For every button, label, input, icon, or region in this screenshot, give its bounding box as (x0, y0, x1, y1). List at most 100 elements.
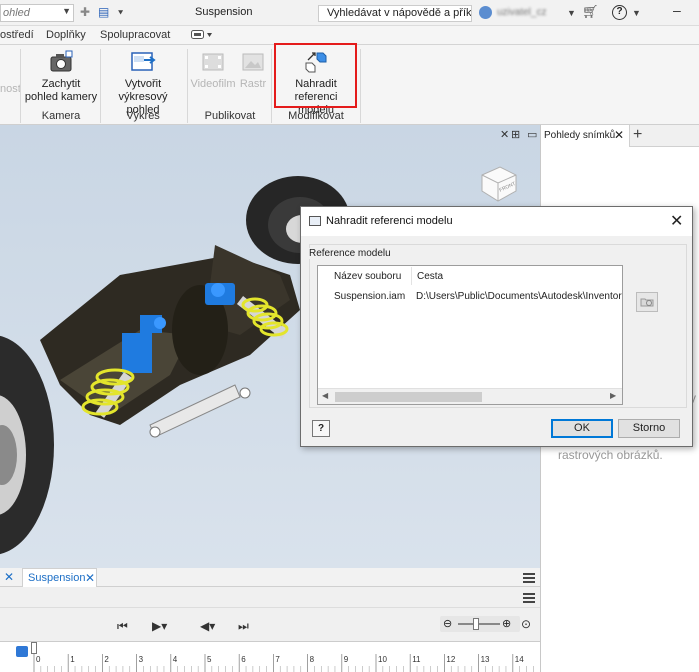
group-label-modify: Modifikovat (288, 110, 344, 122)
playhead-handle[interactable] (31, 642, 37, 654)
ruler-tick-label: 13 (481, 655, 490, 664)
video-label: Videofilm (190, 78, 236, 90)
help-search-input[interactable]: Vyhledávat v nápovědě a příkaze (318, 5, 472, 22)
group-label-model-reference: Reference modelu (309, 248, 391, 259)
capture-camera-label-1: Zachytit (41, 78, 81, 90)
go-to-start-icon[interactable]: ⏮︎ (117, 619, 128, 634)
viewport-maximize-icon[interactable]: ▭ (527, 128, 537, 141)
panel-tab-bar: Pohledy snímků ✕ + (541, 125, 699, 147)
capture-camera-button[interactable]: Zachytit pohled kamery (24, 49, 98, 104)
viewcube[interactable]: FRONT (476, 161, 520, 205)
group-label-publish: Publikovat (204, 110, 256, 122)
menu-icon[interactable] (523, 593, 535, 603)
browse-button[interactable] (636, 292, 658, 312)
ruler-tick-label: 10 (378, 655, 387, 664)
ruler-tick-label: 6 (241, 655, 246, 664)
collapse-icon[interactable]: ⊙ (521, 617, 531, 631)
film-icon (200, 49, 226, 75)
group-separator (20, 49, 21, 123)
panel-toggle-icon[interactable] (191, 29, 213, 41)
title-bar: ohled ▼ ✚ ▤ ⯆ Suspension ▸ Vyhledávat v … (0, 0, 699, 26)
storyboard-panel: ✕ Suspension ✕ ⏮︎ ▶▾ ◀▾ ⏭︎ ⊖ ⊕ ⊙ 0123456… (0, 568, 540, 672)
replace-model-reference-dialog: Nahradit referenci modelu ✕ Reference mo… (300, 206, 693, 447)
tab-suspension[interactable]: Suspension ✕ (22, 568, 97, 587)
tab-environment[interactable]: ostředí (0, 29, 34, 41)
play-icon[interactable]: ▶▾ (152, 619, 167, 633)
plus-icon[interactable]: ✚ (80, 5, 90, 19)
storyboard-icon[interactable] (16, 646, 28, 657)
column-file-name[interactable]: Název souboru (334, 271, 401, 282)
user-icon[interactable] (479, 6, 492, 19)
ruler-tick-label: 0 (36, 655, 41, 664)
horizontal-scrollbar[interactable]: ◀ ▶ (318, 388, 622, 404)
highlight-box (274, 43, 357, 108)
help-button[interactable]: ? (312, 420, 330, 437)
row-path[interactable]: D:\Users\Public\Documents\Autodesk\Inven… (416, 291, 622, 302)
create-drawing-view-button[interactable]: Vytvořit výkresový pohled (102, 49, 184, 117)
app-title: Suspension (195, 6, 253, 18)
cart-icon[interactable]: 🛒︎ (582, 4, 599, 20)
viewport-close-icon[interactable]: ✕ (500, 128, 509, 141)
help-icon[interactable]: ? (612, 5, 627, 20)
timeline-zoom: ⊖ ⊕ (440, 616, 520, 632)
raster-image-icon (240, 49, 266, 75)
video-button[interactable]: Videofilm (190, 49, 236, 91)
dialog-close-icon[interactable]: ✕ (670, 211, 683, 231)
playback-controls: ⏮︎ ▶▾ ◀▾ ⏭︎ ⊖ ⊕ ⊙ (0, 608, 540, 641)
window-icon (309, 216, 321, 226)
zoom-slider-track[interactable] (458, 623, 500, 625)
help-menu-chevron-icon[interactable]: ▼ (632, 8, 641, 18)
tab-snapshot-views[interactable]: Pohledy snímků ✕ (541, 125, 630, 147)
tab-snapshot-views-label: Pohledy snímků (544, 130, 616, 141)
ruler-tick-label: 9 (344, 655, 349, 664)
column-divider[interactable] (411, 267, 412, 285)
quick-access-menu-icon[interactable]: ⯆ (117, 8, 124, 19)
tab-addins[interactable]: Doplňky (46, 29, 86, 41)
close-icon[interactable]: ✕ (614, 128, 624, 142)
raster-button[interactable]: Rastr (238, 49, 268, 91)
go-to-end-icon[interactable]: ⏭︎ (238, 619, 249, 634)
storyboard-tab-bar: ✕ Suspension ✕ (0, 568, 540, 587)
menu-icon[interactable] (523, 573, 535, 583)
zoom-out-icon[interactable]: ⊖ (443, 617, 452, 630)
dialog-title: Nahradit referenci modelu (326, 215, 453, 227)
reference-list[interactable]: Název souboru Cesta Suspension.iam D:\Us… (317, 265, 623, 405)
group-separator (100, 49, 101, 123)
row-file-name[interactable]: Suspension.iam (334, 291, 405, 302)
timeline-ruler[interactable]: 0 1 2 3 4 5 6 7 8 9 10 11 12 13 14 (0, 641, 540, 672)
ruler-tick-label: 14 (515, 655, 524, 664)
tab-collaborate[interactable]: Spolupracovat (100, 29, 170, 41)
close-icon[interactable]: ✕ (85, 571, 95, 585)
minimize-icon[interactable]: – (673, 2, 681, 18)
ruler-tick-label: 5 (207, 655, 212, 664)
scroll-right-icon[interactable]: ▶ (610, 391, 616, 400)
group-separator (360, 49, 361, 123)
close-icon[interactable]: ✕ (4, 570, 14, 584)
ok-button[interactable]: OK (551, 419, 613, 438)
cancel-button[interactable]: Storno (618, 419, 680, 438)
viewport-tile-icon[interactable]: ⊞ (511, 128, 520, 141)
ruler-ticks: 0 1 2 3 4 5 6 7 8 9 10 11 12 13 14 (33, 654, 534, 672)
play-reverse-icon[interactable]: ◀▾ (200, 619, 215, 633)
scrollbar-thumb[interactable] (335, 392, 482, 402)
storyboard-subbar (0, 587, 540, 608)
column-path[interactable]: Cesta (417, 271, 443, 282)
zoom-slider-thumb[interactable] (473, 618, 479, 630)
user-name[interactable]: uzivatel_cz (497, 7, 546, 18)
add-tab-icon[interactable]: + (633, 126, 642, 144)
raster-label: Rastr (239, 78, 267, 90)
user-menu-chevron-icon[interactable]: ▼ (567, 8, 576, 18)
group-label-camera: Kamera (41, 110, 81, 122)
view-combo[interactable]: ohled ▼ (0, 4, 74, 22)
camera-icon (48, 49, 74, 75)
document-icon[interactable]: ▤ (98, 5, 109, 19)
frame (40, 245, 300, 438)
scroll-left-icon[interactable]: ◀ (322, 391, 328, 400)
view-combo-value: ohled (3, 7, 30, 19)
list-header: Název souboru Cesta (318, 266, 622, 286)
zoom-in-icon[interactable]: ⊕ (502, 617, 511, 630)
tab-suspension-label: Suspension (28, 572, 86, 584)
ruler-tick-label: 1 (70, 655, 75, 664)
drawing-view-icon (130, 49, 156, 75)
ruler-tick-label: 4 (173, 655, 178, 664)
